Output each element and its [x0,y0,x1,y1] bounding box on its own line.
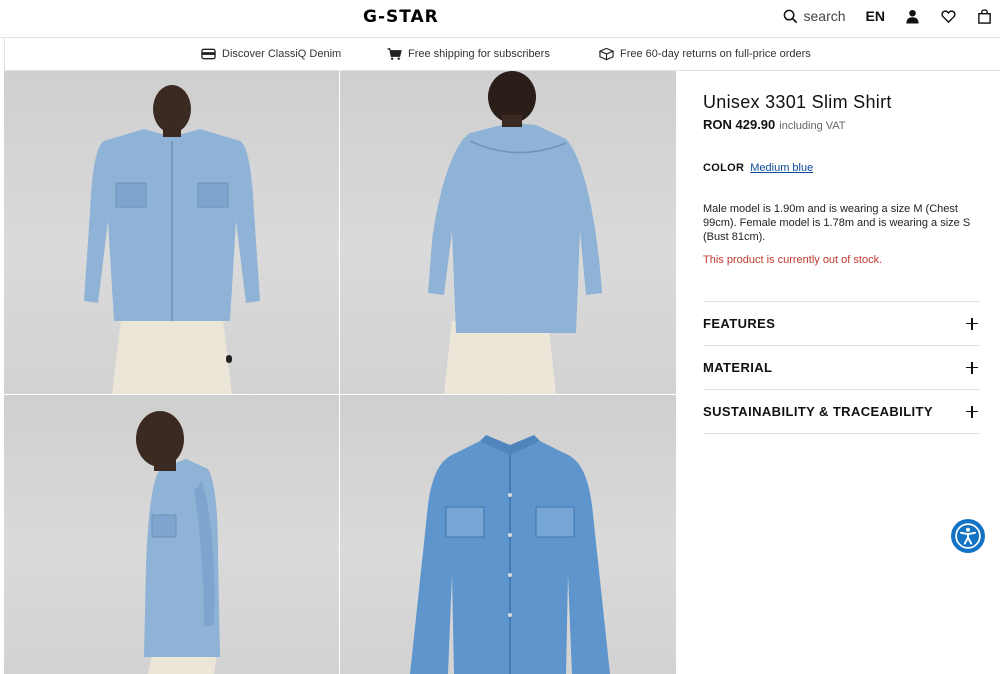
price-row: RON 429.90 including VAT [703,117,980,132]
product-image-side[interactable] [4,395,339,674]
usp-label[interactable]: Free shipping for subscribers [408,48,550,60]
product-gallery [4,71,676,674]
product-image-back[interactable] [340,71,676,394]
color-value-link[interactable]: Medium blue [750,162,813,174]
color-label: COLOR [703,162,745,174]
vat-note: including VAT [779,120,846,132]
product-title: Unisex 3301 Slim Shirt [703,92,892,112]
account-icon[interactable] [905,9,920,24]
stock-message: This product is currently out of stock. [703,254,883,266]
shopping-bag-icon[interactable] [977,8,992,24]
usp-item-classiq[interactable]: Discover ClassiQ Denim [201,47,341,61]
accordion-material[interactable]: MATERIAL [703,346,980,390]
accessibility-button[interactable] [951,519,985,553]
plus-icon[interactable] [966,317,978,330]
cart-button[interactable] [975,7,993,25]
wishlist-heart-icon[interactable] [940,9,956,24]
brand-logo[interactable]: G-STAR [363,7,439,27]
search-field[interactable]: search [783,8,846,24]
accordion-label[interactable]: SUSTAINABILITY & TRACEABILITY [703,404,933,419]
search-placeholder[interactable]: search [804,8,846,24]
usp-label[interactable]: Discover ClassiQ Denim [222,48,341,60]
denim-card-icon [201,48,216,60]
language-selector[interactable]: EN [866,8,885,24]
accessibility-icon[interactable] [955,523,981,549]
usp-item-returns[interactable]: Free 60-day returns on full-price orders [599,47,811,61]
plus-icon[interactable] [966,405,978,418]
account-button[interactable] [903,7,921,25]
header-actions: search EN [783,0,1000,32]
site-header: G-STAR search EN [0,0,1000,38]
usp-label[interactable]: Free 60-day returns on full-price orders [620,48,811,60]
return-box-icon [599,47,614,61]
accordion-features[interactable]: FEATURES [703,302,980,346]
accordion-sustainability[interactable]: SUSTAINABILITY & TRACEABILITY [703,390,980,434]
product-accordion: FEATURES MATERIAL SUSTAINABILITY & TRACE… [703,301,980,434]
search-icon[interactable] [783,9,798,24]
product-info: Unisex 3301 Slim Shirt RON 429.90 includ… [703,92,980,266]
plus-icon[interactable] [966,361,978,374]
product-price: RON 429.90 [703,117,776,132]
shopping-cart-icon [387,48,402,60]
product-image-flat[interactable] [340,395,676,674]
product-image-front[interactable] [4,71,339,394]
wishlist-button[interactable] [939,7,957,25]
usp-bar: Discover ClassiQ Denim Free shipping for… [4,38,1000,71]
usp-item-shipping[interactable]: Free shipping for subscribers [387,47,550,61]
accordion-label[interactable]: FEATURES [703,316,775,331]
accordion-label[interactable]: MATERIAL [703,360,772,375]
model-info: Male model is 1.90m and is wearing a siz… [703,203,971,243]
color-row: COLOR Medium blue [703,162,980,174]
